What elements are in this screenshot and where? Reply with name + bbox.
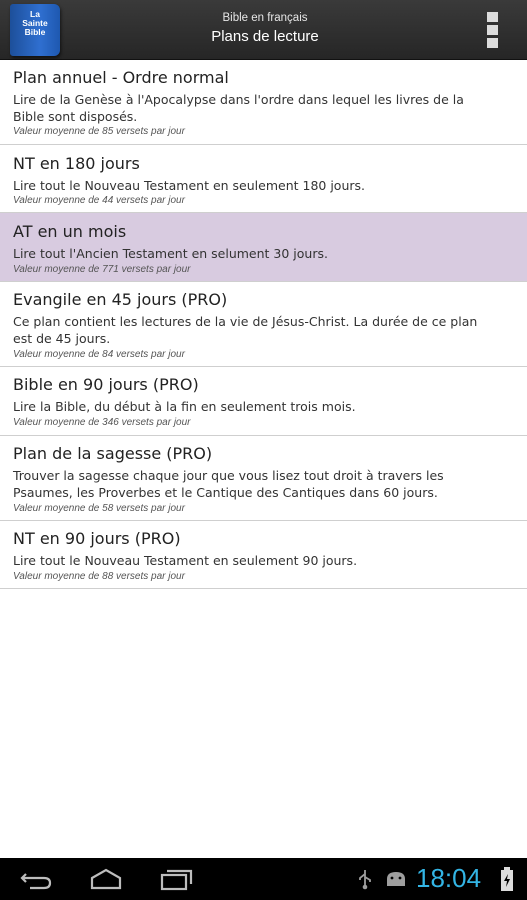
plan-average: Valeur moyenne de 346 versets par jour xyxy=(13,417,191,428)
android-debug-icon xyxy=(384,870,408,892)
plan-average: Valeur moyenne de 85 versets par jour xyxy=(13,126,185,137)
app-icon-label: La Sainte Bible xyxy=(22,9,48,37)
plan-item-evangile-45[interactable]: Evangile en 45 jours (PRO) Ce plan conti… xyxy=(0,282,527,367)
plan-list: Plan annuel - Ordre normal Lire de la Ge… xyxy=(0,60,527,589)
status-clock: 18:04 xyxy=(416,863,482,893)
plan-average: Valeur moyenne de 58 versets par jour xyxy=(13,503,185,514)
plan-title: NT en 180 jours xyxy=(13,154,140,173)
plan-description: Lire tout l'Ancien Testament en selument… xyxy=(13,246,328,261)
plan-description: Lire tout le Nouveau Testament en seulem… xyxy=(13,178,365,193)
plan-item-at-un-mois[interactable]: AT en un mois Lire tout l'Ancien Testame… xyxy=(0,213,527,282)
plan-title: NT en 90 jours (PRO) xyxy=(13,529,181,548)
plan-description: Trouver la sagesse chaque jour que vous … xyxy=(13,468,444,500)
plan-item-nt-180[interactable]: NT en 180 jours Lire tout le Nouveau Tes… xyxy=(0,145,527,213)
usb-icon xyxy=(356,868,374,894)
plan-description: Ce plan contient les lectures de la vie … xyxy=(13,314,478,346)
system-nav-bar: 18:04 xyxy=(0,858,527,900)
plan-title: AT en un mois xyxy=(13,222,127,241)
app-icon[interactable]: La Sainte Bible xyxy=(6,2,64,58)
plan-description: Lire la Bible, du début à la fin en seul… xyxy=(13,399,356,414)
plan-title: Plan de la sagesse (PRO) xyxy=(13,444,213,463)
plan-average: Valeur moyenne de 44 versets par jour xyxy=(13,195,185,206)
plan-average: Valeur moyenne de 84 versets par jour xyxy=(13,349,185,360)
page-title: Plans de lecture xyxy=(211,28,319,45)
recent-apps-icon[interactable] xyxy=(156,866,196,892)
plan-item-sagesse[interactable]: Plan de la sagesse (PRO) Trouver la sage… xyxy=(0,436,527,521)
plan-description: Lire de la Genèse à l'Apocalypse dans l'… xyxy=(13,92,464,124)
plan-title: Evangile en 45 jours (PRO) xyxy=(13,290,228,309)
back-icon[interactable] xyxy=(16,866,56,892)
plan-description: Lire tout le Nouveau Testament en seulem… xyxy=(13,553,358,568)
plan-average: Valeur moyenne de 771 versets par jour xyxy=(13,264,191,275)
home-icon[interactable] xyxy=(86,866,126,892)
header-subtitle: Bible en français xyxy=(222,12,308,24)
plan-average: Valeur moyenne de 88 versets par jour xyxy=(13,571,185,582)
battery-charging-icon xyxy=(500,866,514,896)
plan-item-bible-90[interactable]: Bible en 90 jours (PRO) Lire la Bible, d… xyxy=(0,367,527,436)
action-bar: La Sainte Bible Bible en français Plans … xyxy=(0,0,527,60)
plan-item-nt-90[interactable]: NT en 90 jours (PRO) Lire tout le Nouvea… xyxy=(0,521,527,589)
overflow-menu-icon[interactable] xyxy=(480,10,504,50)
plan-title: Bible en 90 jours (PRO) xyxy=(13,375,199,394)
plan-title: Plan annuel - Ordre normal xyxy=(13,68,229,87)
plan-item-annual[interactable]: Plan annuel - Ordre normal Lire de la Ge… xyxy=(0,60,527,145)
